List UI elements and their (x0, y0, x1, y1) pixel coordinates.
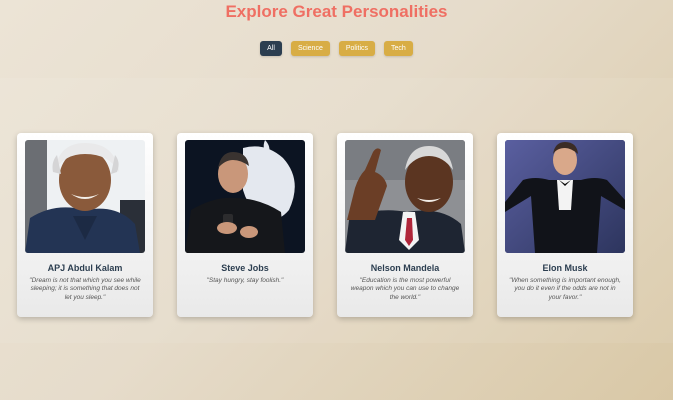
person-name: Nelson Mandela (370, 263, 440, 273)
person-quote: "Dream is not that which you see while s… (29, 277, 141, 301)
filter-science-button[interactable]: Science (290, 41, 330, 56)
person-photo (345, 140, 465, 253)
person-photo (505, 140, 625, 253)
person-name: APJ Abdul Kalam (47, 263, 123, 273)
personality-card[interactable]: Steve Jobs "Stay hungry, stay foolish." (177, 133, 313, 317)
filter-politics-button[interactable]: Politics (338, 41, 376, 56)
personality-card[interactable]: Nelson Mandela "Education is the most po… (337, 133, 473, 317)
personality-card[interactable]: APJ Abdul Kalam "Dream is not that which… (17, 133, 153, 317)
filter-all-button[interactable]: All (260, 41, 282, 56)
person-quote: "When something is important enough, you… (509, 277, 621, 301)
person-photo (25, 140, 145, 253)
person-photo (185, 140, 305, 253)
person-quote: "Education is the most powerful weapon w… (350, 277, 460, 301)
page-title: Explore Great Personalities (225, 2, 448, 21)
person-name: Elon Musk (542, 263, 588, 273)
filter-bar: All Science Politics Tech (0, 41, 673, 56)
filter-tech-button[interactable]: Tech (384, 41, 413, 56)
person-quote: "Stay hungry, stay foolish." (206, 277, 284, 284)
person-name: Steve Jobs (221, 263, 269, 273)
personality-card[interactable]: Elon Musk "When something is important e… (497, 133, 633, 317)
